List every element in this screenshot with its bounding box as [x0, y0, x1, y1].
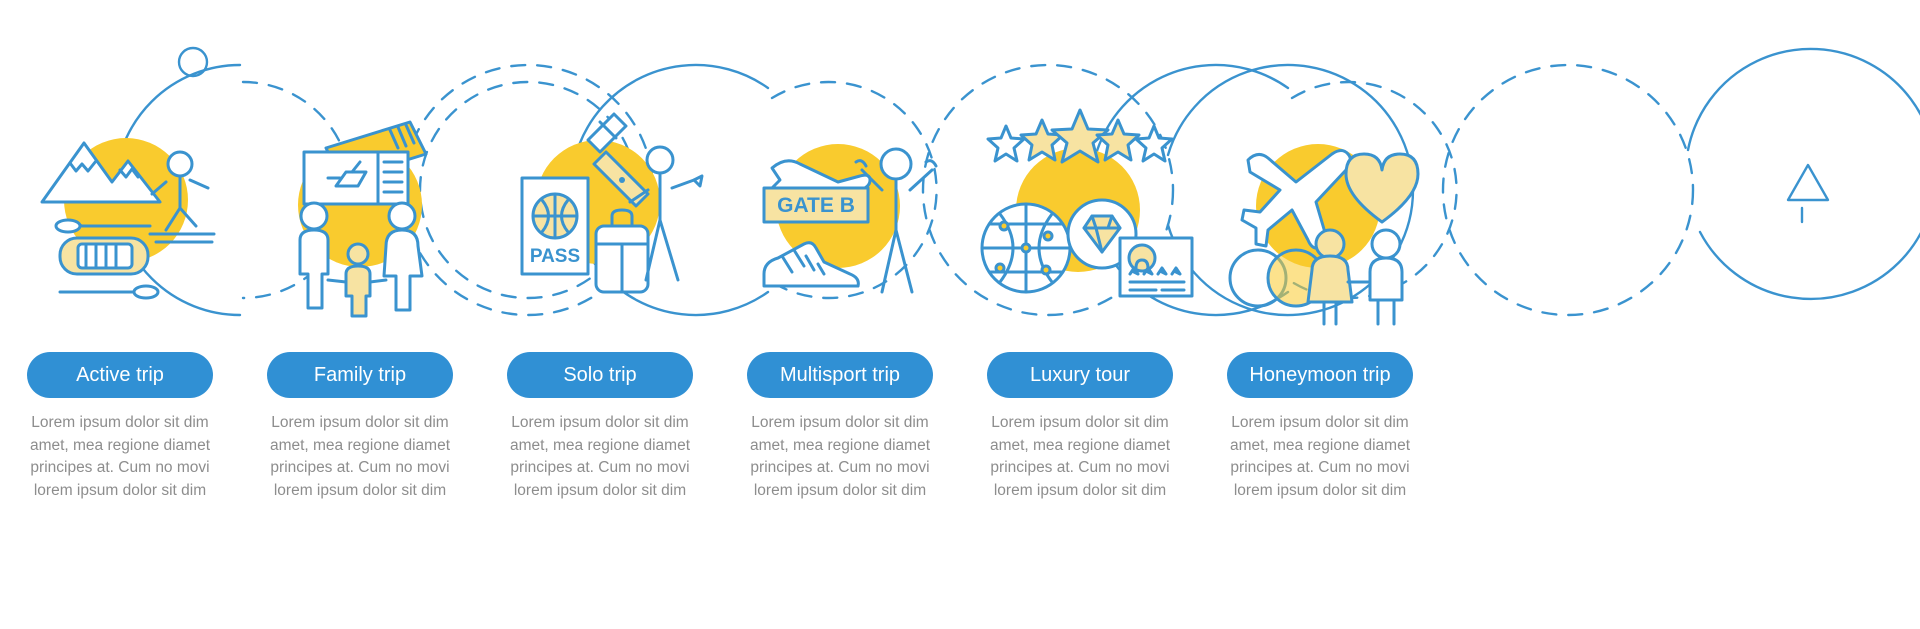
desc-family-trip: Lorem ipsum dolor sit dim amet, mea regi… [269, 414, 451, 499]
gate-b-text: GATE B [777, 194, 855, 217]
desc-luxury-tour: Lorem ipsum dolor sit dim amet, mea regi… [989, 414, 1171, 499]
icon-stage-luxury-tour [960, 30, 1200, 340]
step-honeymoon-trip[interactable]: Honeymoon trip Lorem ipsum dolor sit dim… [1200, 0, 1440, 502]
icon-stage-family-trip [240, 30, 480, 340]
mountains-raft-skier-icon [40, 138, 216, 300]
passport-pass-text: PASS [530, 246, 580, 267]
plane-heart-rings-couple-icon [1228, 144, 1420, 326]
step-solo-trip[interactable]: PASS Solo trip Lorem ipsum dolor sit dim… [480, 0, 720, 502]
pill-honeymoon-trip[interactable]: Honeymoon trip [1227, 352, 1413, 398]
icon-stage-honeymoon-trip [1200, 30, 1440, 340]
icon-stage-active-trip [0, 30, 240, 340]
family-tickets-icon [298, 120, 428, 318]
passport-suitcase-traveler-icon: PASS [520, 112, 704, 294]
gate-plane-sneakers-icon: GATE B [762, 144, 938, 294]
star-5 [1134, 124, 1174, 163]
pill-multisport-trip[interactable]: Multisport trip [747, 352, 933, 398]
desc-solo-trip: Lorem ipsum dolor sit dim amet, mea regi… [509, 414, 691, 499]
step-luxury-tour[interactable]: Luxury tour Lorem ipsum dolor sit dim am… [960, 0, 1200, 502]
infographic-root: Active trip Lorem ipsum dolor sit dim am… [0, 0, 1920, 629]
star-1 [986, 124, 1026, 163]
pill-family-trip[interactable]: Family trip [267, 352, 453, 398]
stars-globe-diamond-card-icon [980, 108, 1194, 298]
step-multisport-trip[interactable]: GATE B Multisport trip Lorem ipsum dolor… [720, 0, 960, 502]
desc-honeymoon-trip: Lorem ipsum dolor sit dim amet, mea regi… [1229, 414, 1411, 499]
icon-stage-multisport-trip: GATE B [720, 30, 960, 340]
step-active-trip[interactable]: Active trip Lorem ipsum dolor sit dim am… [0, 0, 240, 502]
step-family-trip[interactable]: Family trip Lorem ipsum dolor sit dim am… [240, 0, 480, 502]
desc-multisport-trip: Lorem ipsum dolor sit dim amet, mea regi… [749, 414, 931, 499]
desc-active-trip: Lorem ipsum dolor sit dim amet, mea regi… [29, 414, 211, 499]
pill-active-trip[interactable]: Active trip [27, 352, 213, 398]
icon-stage-solo-trip: PASS [480, 30, 720, 340]
pill-luxury-tour[interactable]: Luxury tour [987, 352, 1173, 398]
steps-row: Active trip Lorem ipsum dolor sit dim am… [0, 0, 1920, 629]
pill-solo-trip[interactable]: Solo trip [507, 352, 693, 398]
